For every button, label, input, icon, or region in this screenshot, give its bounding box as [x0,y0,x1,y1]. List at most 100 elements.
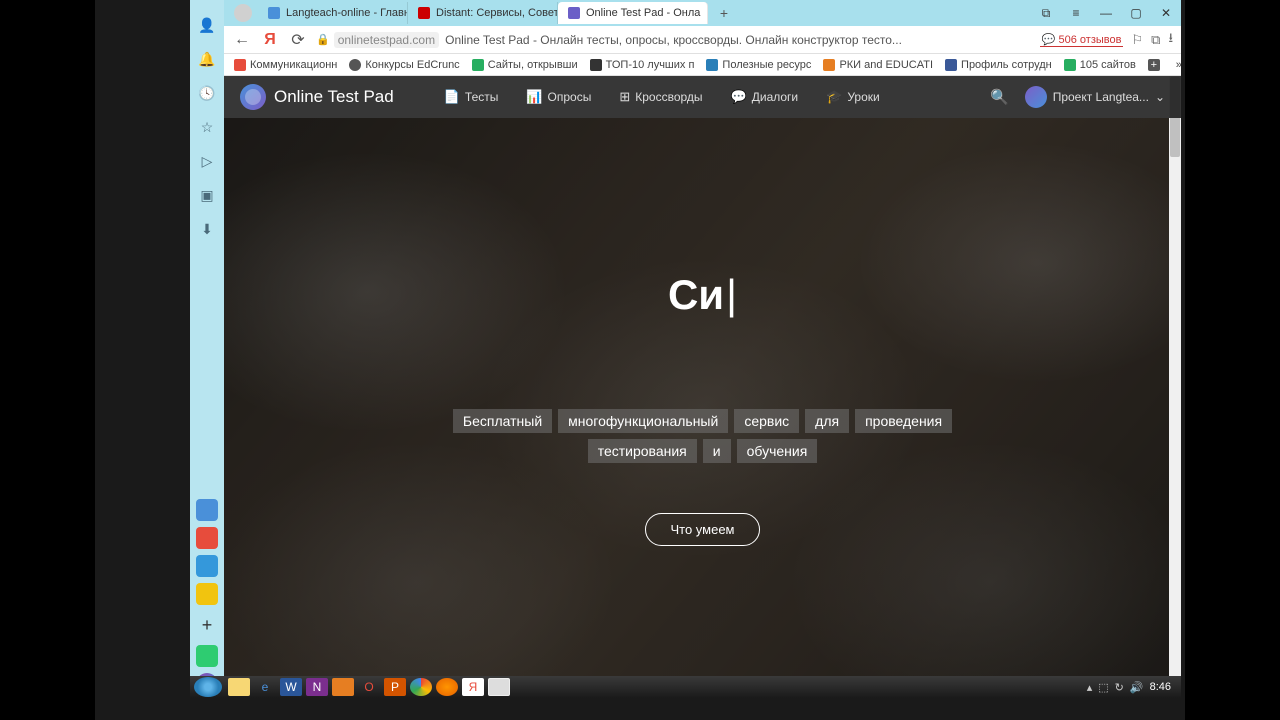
word-icon[interactable]: W [280,678,302,696]
hero-title: Си [668,271,737,319]
tag: обучения [737,439,818,463]
notifications-icon[interactable]: 🔔 [196,48,218,70]
page-content: Online Test Pad 📄Тесты 📊Опросы ⊞Кроссвор… [224,76,1181,698]
collections-icon[interactable]: ▣ [196,184,218,206]
desktop: 👤 🔔 🕓 ☆ ▷ ▣ ⬇ + Langteach-online - Главн… [95,0,1185,720]
yandex-icon[interactable]: Я [462,678,484,696]
bookmarks-bar: Коммуникационн Конкурсы EdCrunc Сайты, о… [190,54,1181,76]
bookmark-item[interactable]: Коммуникационн [228,59,343,71]
site-logo[interactable]: Online Test Pad [240,84,394,110]
chrome-icon[interactable] [410,678,432,696]
network-icon[interactable]: ⬚ [1098,681,1108,694]
lock-icon: 🔒 [316,33,330,46]
bookmark-item[interactable]: Полезные ресурс [700,59,817,71]
new-tab-button[interactable]: + [712,3,736,23]
tag: Бесплатный [453,409,552,433]
cta-button[interactable]: Что умеем [645,513,759,546]
firefox-icon[interactable] [436,678,458,696]
ie-icon[interactable]: e [254,678,276,696]
onenote-icon[interactable]: N [306,678,328,696]
close-window-button[interactable]: ✕ [1151,1,1181,25]
bookmark-item[interactable]: ТОП-10 лучших п [584,59,701,71]
tab-favicon [568,7,580,19]
nav-surveys[interactable]: 📊Опросы [516,83,601,111]
tab-3-active[interactable]: Online Test Pad - Онла × [558,2,708,24]
app-icon[interactable] [488,678,510,696]
lessons-icon: 🎓 [826,89,842,105]
dialogs-icon: 💬 [731,89,747,105]
sidebar-app-1[interactable] [196,499,218,521]
media-icon[interactable] [332,678,354,696]
chevron-down-icon: ⌄ [1155,90,1165,104]
nav-crosswords[interactable]: ⊞Кроссворды [609,83,712,111]
profile-avatar[interactable] [234,4,252,22]
tab-2[interactable]: Distant: Сервисы, Советы [408,2,558,24]
main-nav: 📄Тесты 📊Опросы ⊞Кроссворды 💬Диалоги 🎓Уро… [434,83,890,111]
tab-1[interactable]: Langteach-online - Главна [258,2,408,24]
logo-icon [240,84,266,110]
downloads-sidebar-icon[interactable]: ⬇ [196,218,218,240]
favorites-icon[interactable]: ☆ [196,116,218,138]
reload-button[interactable]: ⟳ [288,30,308,50]
minimize-button[interactable]: — [1091,1,1121,25]
tray-expand-icon[interactable]: ▴ [1087,681,1093,694]
tab-favicon [418,7,430,19]
brand-name: Online Test Pad [274,87,394,107]
ppt-icon[interactable]: P [384,678,406,696]
tab-label: Online Test Pad - Онла [586,7,700,19]
tests-icon: 📄 [444,89,460,105]
url-input[interactable]: 🔒 onlinetestpad.com Online Test Pad - Он… [316,32,1032,48]
download-icon[interactable]: ⭳ [1168,29,1173,51]
sidebar-add-icon[interactable]: + [196,614,218,636]
crosswords-icon: ⊞ [619,89,630,105]
sidebar-app-3[interactable] [196,555,218,577]
scrollbar[interactable] [1169,76,1181,696]
bookmark-item[interactable]: Сайты, открывши [466,59,584,71]
sidebar-app-5[interactable] [196,645,218,667]
bookmark-add[interactable]: + [1142,59,1170,71]
nav-dialogs[interactable]: 💬Диалоги [721,83,809,111]
clock[interactable]: 8:46 [1150,681,1171,693]
history-icon[interactable]: 🕓 [196,82,218,104]
user-menu[interactable]: Проект Langtea... ⌄ [1025,86,1165,108]
tab-label: Distant: Сервисы, Советы [436,7,558,19]
menu-icon[interactable]: ≡ [1061,1,1091,25]
user-name: Проект Langtea... [1053,90,1149,104]
surveys-icon: 📊 [526,89,542,105]
start-button[interactable] [194,677,222,697]
action-icon[interactable]: ↻ [1115,681,1124,694]
reviews-badge[interactable]: 💬 506 отзывов [1040,33,1124,47]
copy-icon[interactable]: ⧉ [1031,1,1061,25]
tab-label: Langteach-online - Главна [286,7,408,19]
url-domain: onlinetestpad.com [334,32,439,48]
bookmark-overflow[interactable]: » [1170,59,1181,71]
maximize-button[interactable]: ▢ [1121,1,1151,25]
windows-taskbar: e W N O P Я ▴ ⬚ ↻ 🔊 8:46 [190,676,1181,698]
tab-favicon [268,7,280,19]
bookmark-item[interactable]: РКИ and EDUCATI [817,59,939,71]
nav-tests[interactable]: 📄Тесты [434,83,509,111]
profile-icon[interactable]: 👤 [196,14,218,36]
bookmark-star-icon[interactable]: ⚐ [1131,32,1143,48]
extensions-icon[interactable]: ⧉ [1151,32,1160,48]
hero-section: Си Бесплатный многофункциональный сервис… [224,118,1181,698]
bookmark-item[interactable]: 105 сайтов [1058,59,1142,71]
sidebar-app-2[interactable] [196,527,218,549]
close-tab-icon[interactable]: × [706,6,708,20]
yandex-button[interactable]: Я [260,30,280,50]
explorer-icon[interactable] [228,678,250,696]
address-bar: ← Я ⟳ 🔒 onlinetestpad.com Online Test Pa… [190,26,1181,54]
play-icon[interactable]: ▷ [196,150,218,172]
tab-bar: Langteach-online - Главна Distant: Серви… [190,0,1181,26]
user-avatar [1025,86,1047,108]
back-button[interactable]: ← [232,30,252,50]
bookmark-item[interactable]: Профиль сотрудн [939,59,1058,71]
system-tray: ▴ ⬚ ↻ 🔊 8:46 [1087,681,1177,694]
opera-icon[interactable]: O [358,678,380,696]
bookmark-item[interactable]: Конкурсы EdCrunc [343,59,465,71]
search-icon[interactable]: 🔍 [990,88,1009,106]
nav-lessons[interactable]: 🎓Уроки [816,83,890,111]
site-header: Online Test Pad 📄Тесты 📊Опросы ⊞Кроссвор… [224,76,1181,118]
volume-icon[interactable]: 🔊 [1130,681,1144,694]
sidebar-app-4[interactable] [196,583,218,605]
